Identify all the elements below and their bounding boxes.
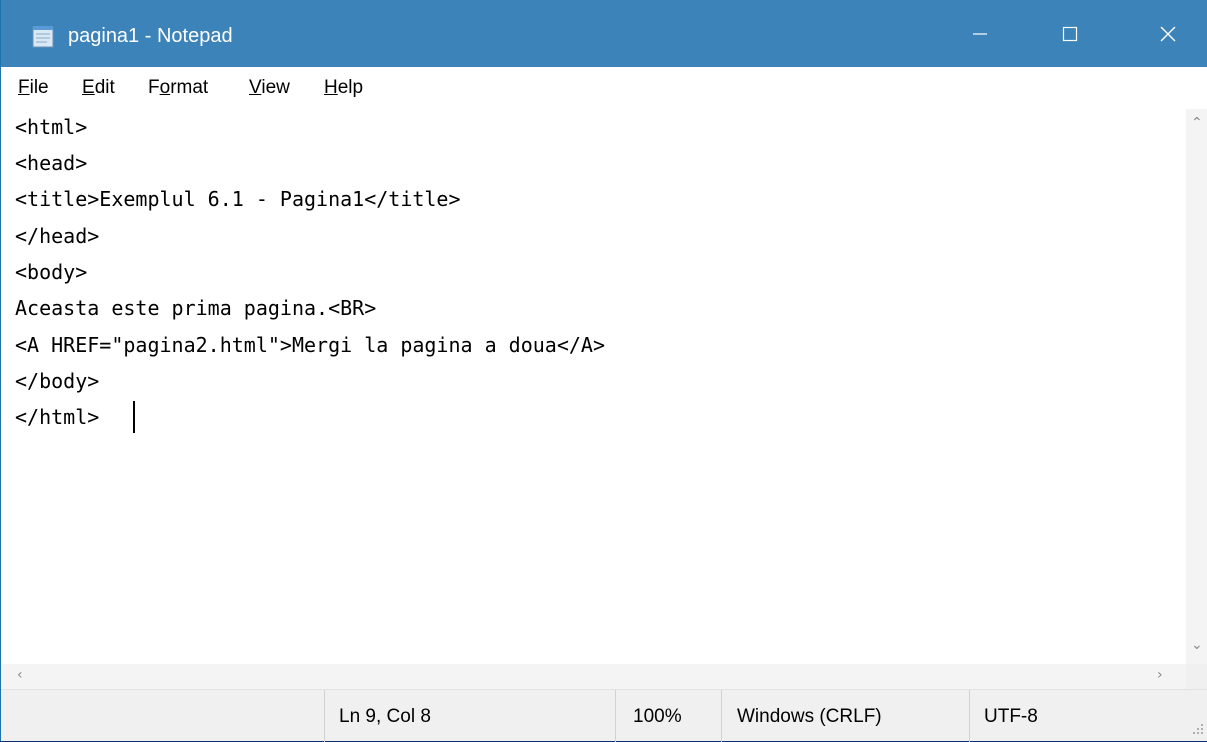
menu-format-label: rmat [170, 77, 209, 98]
editor-line: <title>Exemplul 6.1 - Pagina1</title> [15, 187, 461, 211]
maximize-icon [1062, 26, 1078, 41]
menu-format[interactable]: Format [148, 76, 208, 100]
maximize-button[interactable] [1036, 0, 1104, 67]
title-bar[interactable]: pagina1 - Notepad [1, 0, 1207, 67]
scroll-left-icon[interactable]: ‹ [17, 667, 23, 683]
status-zoom: 100% [615, 690, 721, 742]
status-line-ending-text: Windows (CRLF) [737, 706, 882, 727]
notepad-window: pagina1 - Notepad File Edit Format View … [0, 0, 1207, 742]
notepad-icon [32, 26, 54, 48]
scroll-right-icon[interactable]: › [1157, 667, 1163, 683]
scroll-down-icon[interactable]: ⌄ [1191, 637, 1203, 653]
menu-help[interactable]: Help [324, 76, 363, 100]
window-title: pagina1 - Notepad [68, 25, 233, 47]
editor-line: </body> [15, 369, 100, 393]
scrollbar-corner [1186, 664, 1207, 689]
close-icon [1160, 26, 1175, 41]
menu-bar: File Edit Format View Help [1, 67, 1207, 109]
minimize-button[interactable] [946, 0, 1014, 67]
menu-view-mnemonic: V [249, 77, 262, 98]
menu-file[interactable]: File [18, 76, 49, 100]
resize-grip-icon[interactable] [1189, 720, 1205, 736]
menu-edit[interactable]: Edit [82, 76, 115, 100]
horizontal-scrollbar[interactable]: ‹ › [1, 664, 1186, 689]
editor-line: </html> [15, 405, 100, 429]
status-position: Ln 9, Col 8 [324, 690, 615, 742]
status-spacer [1, 690, 324, 742]
menu-edit-label: dit [94, 77, 115, 98]
status-encoding: UTF-8 [969, 690, 1207, 742]
text-editor[interactable]: <html> <head> <title>Exemplul 6.1 - Pagi… [1, 109, 1186, 664]
editor-line: <head> [15, 151, 88, 175]
scroll-up-icon[interactable]: ⌃ [1191, 115, 1203, 131]
status-zoom-text: 100% [633, 706, 682, 727]
status-position-text: Ln 9, Col 8 [339, 706, 431, 727]
editor-line: </head> [15, 224, 100, 248]
menu-help-label: elp [337, 77, 364, 98]
editor-line: <body> [15, 260, 88, 284]
close-button[interactable] [1127, 0, 1207, 67]
menu-file-mnemonic: F [18, 77, 30, 98]
vertical-scrollbar[interactable]: ⌃ ⌄ [1186, 109, 1207, 664]
text-caret [133, 401, 135, 433]
menu-view-label: iew [261, 77, 290, 98]
editor-line: Aceasta este prima pagina.<BR> [15, 296, 377, 320]
menu-format-prefix: F [148, 77, 160, 98]
menu-view[interactable]: View [249, 76, 290, 100]
menu-edit-mnemonic: E [82, 77, 95, 98]
menu-help-mnemonic: H [324, 77, 338, 98]
status-encoding-text: UTF-8 [984, 706, 1038, 727]
minimize-icon [973, 32, 987, 35]
status-bar: Ln 9, Col 8 100% Windows (CRLF) UTF-8 [1, 689, 1207, 742]
editor-line: <html> [15, 115, 88, 139]
editor-line: <A HREF="pagina2.html">Mergi la pagina a… [15, 333, 606, 357]
menu-format-mnemonic: o [159, 77, 171, 98]
menu-file-label: ile [29, 77, 49, 98]
status-line-ending: Windows (CRLF) [721, 690, 969, 742]
